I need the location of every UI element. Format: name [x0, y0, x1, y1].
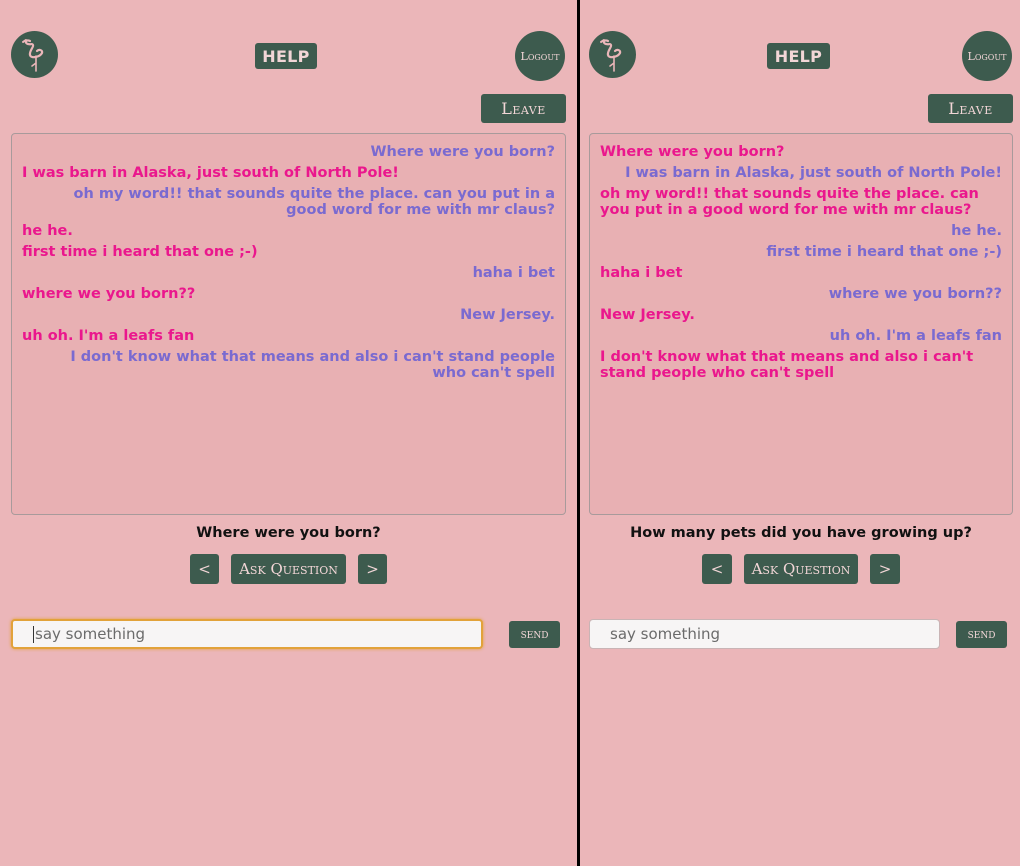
message-input[interactable]: say something	[11, 619, 483, 649]
help-button[interactable]: HELP	[255, 43, 317, 69]
chat-message: Where were you born?	[600, 144, 785, 160]
chat-message: New Jersey.	[460, 307, 555, 323]
next-question-button[interactable]: >	[358, 554, 387, 584]
chat-message: I was barn in Alaska, just south of Nort…	[625, 165, 1002, 181]
chat-message: New Jersey.	[600, 307, 695, 323]
help-button[interactable]: HELP	[767, 43, 830, 69]
leave-button[interactable]: Leave	[481, 94, 566, 123]
message-input-placeholder: say something	[610, 625, 721, 643]
chat-log[interactable]: Where were you born? I was barn in Alask…	[11, 133, 566, 515]
split-view: HELP Logout Leave Where were you born? I…	[0, 0, 1020, 866]
ask-question-button[interactable]: Ask Question	[744, 554, 858, 584]
flamingo-logo-icon[interactable]	[589, 31, 636, 78]
flamingo-logo-icon[interactable]	[11, 31, 58, 78]
chat-panel-right: HELP Logout Leave Where were you born? I…	[580, 0, 1020, 866]
ask-question-button[interactable]: Ask Question	[231, 554, 346, 584]
send-button[interactable]: send	[956, 621, 1007, 648]
chat-message: first time i heard that one ;-)	[766, 244, 1002, 260]
flamingo-icon	[599, 38, 621, 72]
chat-panel-left: HELP Logout Leave Where were you born? I…	[0, 0, 577, 866]
chat-message: oh my word!! that sounds quite the place…	[600, 186, 979, 218]
next-question-button[interactable]: >	[870, 554, 900, 584]
prev-question-button[interactable]: <	[190, 554, 219, 584]
chat-message: Where were you born?	[370, 144, 555, 160]
chat-message: first time i heard that one ;-)	[22, 244, 258, 260]
prev-question-button[interactable]: <	[702, 554, 732, 584]
chat-message: uh oh. I'm a leafs fan	[829, 328, 1002, 344]
chat-message: he he.	[951, 223, 1002, 239]
message-input[interactable]: say something	[589, 619, 940, 649]
chat-message: uh oh. I'm a leafs fan	[22, 328, 195, 344]
current-question: How many pets did you have growing up?	[630, 525, 972, 541]
logout-button[interactable]: Logout	[962, 31, 1012, 81]
send-button[interactable]: send	[509, 621, 560, 648]
logout-button[interactable]: Logout	[515, 31, 565, 81]
chat-log[interactable]: Where were you born? I was barn in Alask…	[589, 133, 1013, 515]
message-input-placeholder: say something	[35, 625, 146, 643]
chat-message: oh my word!! that sounds quite the place…	[73, 186, 555, 218]
current-question: Where were you born?	[196, 525, 381, 541]
chat-message: haha i bet	[600, 265, 683, 281]
chat-message: I don't know what that means and also i …	[70, 349, 555, 381]
chat-message: I was barn in Alaska, just south of Nort…	[22, 165, 399, 181]
text-caret	[33, 625, 34, 643]
flamingo-icon	[21, 38, 43, 72]
chat-message: he he.	[22, 223, 73, 239]
chat-message: I don't know what that means and also i …	[600, 349, 974, 381]
chat-message: haha i bet	[472, 265, 555, 281]
chat-message: where we you born??	[22, 286, 196, 302]
chat-message: where we you born??	[828, 286, 1002, 302]
leave-button[interactable]: Leave	[928, 94, 1013, 123]
